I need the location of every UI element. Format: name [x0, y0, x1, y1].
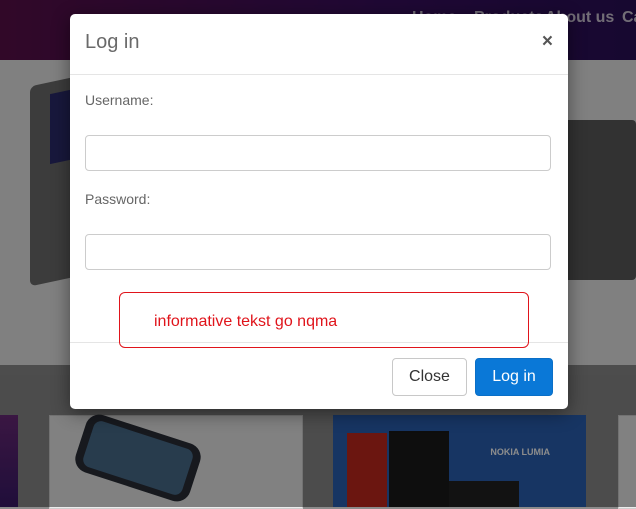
username-field[interactable] [85, 135, 551, 171]
close-icon[interactable]: × [542, 32, 553, 51]
password-field[interactable] [85, 234, 551, 270]
login-button[interactable]: Log in [475, 358, 553, 396]
login-modal: Log in × Username: Password: Close Log i… [70, 14, 568, 409]
modal-title: Log in [85, 31, 140, 53]
modal-header: Log in × [70, 14, 568, 75]
password-label: Password: [85, 191, 151, 207]
modal-footer: Close Log in [70, 342, 568, 410]
annotation-box: informative tekst go nqma [119, 292, 529, 348]
annotation-text: informative tekst go nqma [154, 313, 338, 330]
close-button[interactable]: Close [392, 358, 467, 396]
username-label: Username: [85, 92, 154, 108]
